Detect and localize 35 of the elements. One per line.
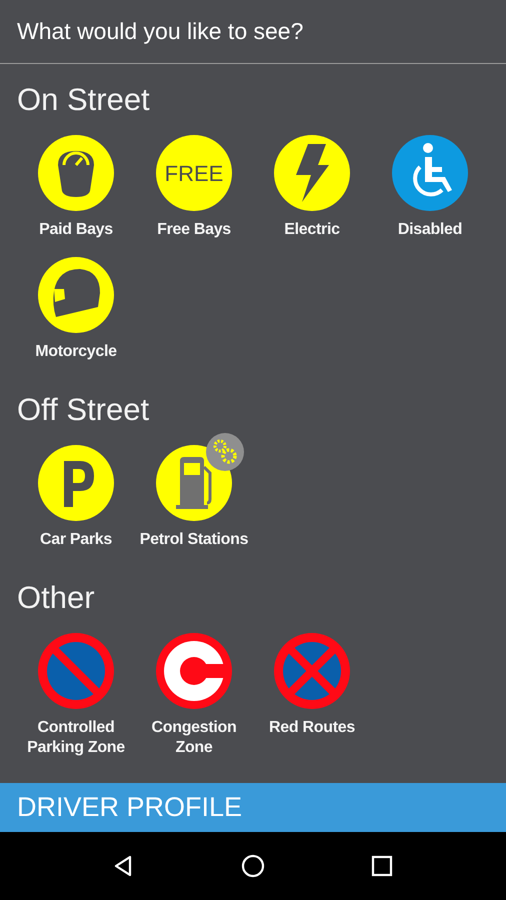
parking-icon (38, 445, 114, 521)
free-icon: FREE (156, 135, 232, 211)
category-toggle[interactable]: Controlled Parking Zone (17, 621, 135, 758)
category-label: Motorcycle (34, 342, 118, 362)
category-label: Free Bays (156, 220, 232, 240)
category-label: Petrol Stations (138, 530, 250, 550)
category-toggle[interactable]: FREE Free Bays (135, 123, 253, 240)
category-label: Paid Bays (38, 220, 114, 240)
category-toggle[interactable]: Petrol Stations (135, 433, 253, 550)
home-icon[interactable] (240, 854, 265, 878)
recent-apps-icon[interactable] (370, 854, 394, 878)
section-heading: On Street (17, 81, 151, 119)
section-heading: Other (17, 579, 96, 617)
no-waiting-sign-icon (38, 633, 114, 709)
category-toggle[interactable]: Congestion Zone (135, 621, 253, 758)
category-label: Electric (283, 220, 341, 240)
wheelchair-icon (392, 135, 468, 211)
category-toggle[interactable]: Paid Bays (17, 123, 135, 240)
category-toggle[interactable]: Disabled (371, 123, 489, 240)
category-label: Red Routes (268, 718, 356, 738)
category-toggle[interactable]: Motorcycle (17, 245, 135, 362)
category-label: Congestion Zone (150, 718, 238, 758)
lightning-icon (274, 135, 350, 211)
congestion-sign-icon (156, 633, 232, 709)
category-toggle[interactable]: Car Parks (17, 433, 135, 550)
helmet-icon (38, 257, 114, 333)
screen-title: What would you like to see? (17, 18, 304, 45)
section-heading: Off Street (17, 391, 150, 429)
category-label: Controlled Parking Zone (26, 718, 126, 758)
category-label: Disabled (396, 220, 464, 240)
category-label: Car Parks (38, 530, 114, 550)
no-stopping-sign-icon (274, 633, 350, 709)
category-toggle[interactable]: Red Routes (253, 621, 371, 758)
category-toggle[interactable]: Electric (253, 123, 371, 240)
parking-meter-icon (38, 135, 114, 211)
